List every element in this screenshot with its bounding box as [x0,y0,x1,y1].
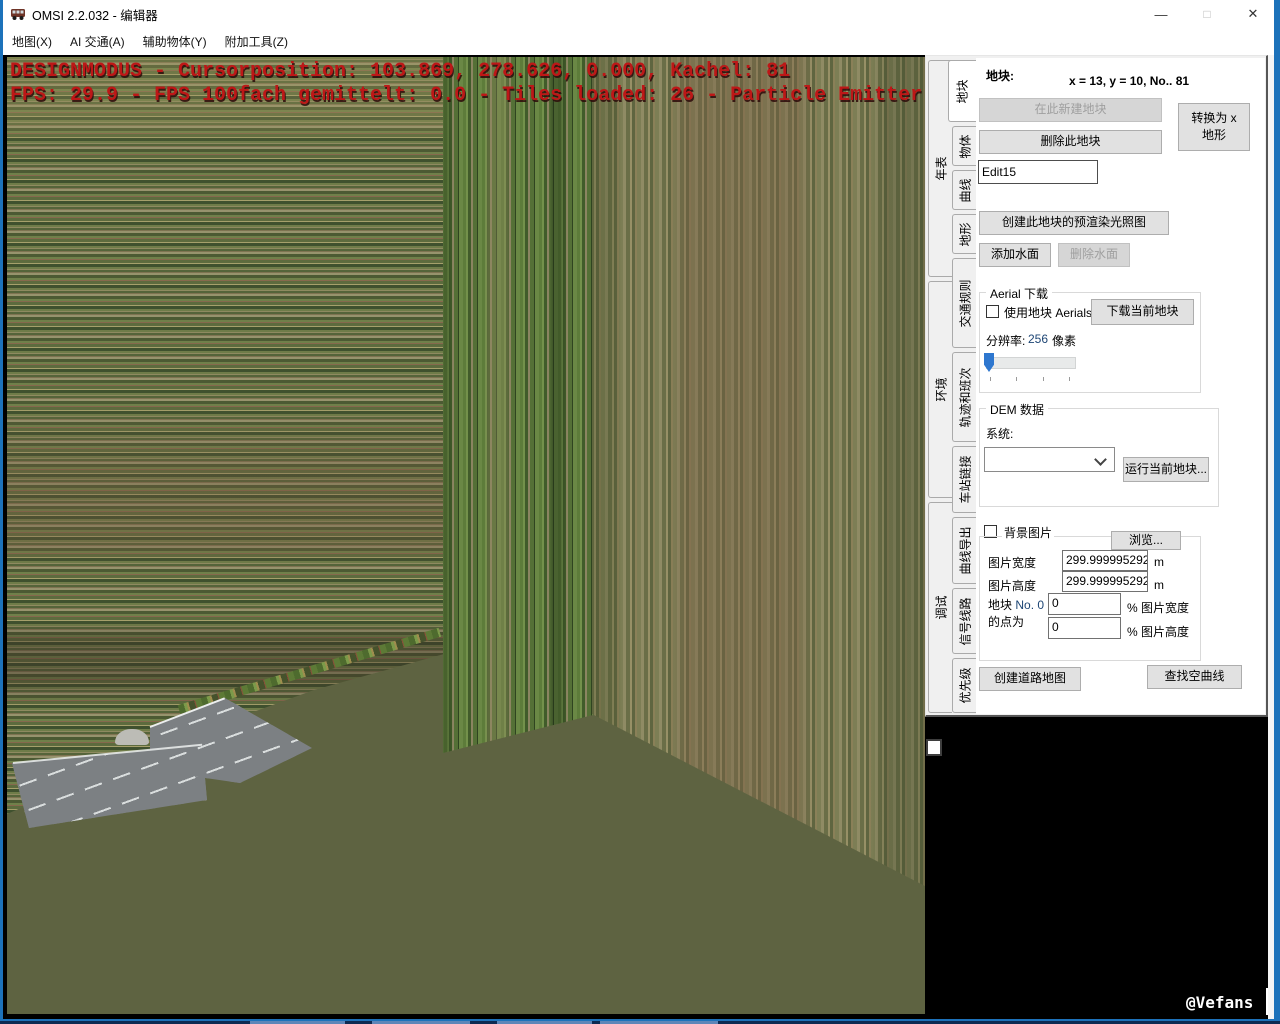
tab-debug[interactable]: 调试 [928,502,952,713]
tile-label: 地块: [986,67,1014,84]
tab-signal-routes[interactable]: 信号线路 [952,588,976,654]
create-roadmap-button[interactable]: 创建道路地图 [979,667,1081,691]
delete-tile-button[interactable]: 删除此地块 [979,130,1162,154]
titlebar[interactable]: OMSI 2.2.032 - 编辑器 [3,0,1274,28]
viewport-3d[interactable]: DESIGNMODUS - Cursorposition: 103.869, 2… [7,57,925,1014]
menu-extra-tools[interactable]: 附加工具(Z) [216,28,297,55]
tab-objects[interactable]: 物体 [952,126,976,166]
prerender-lightmap-button[interactable]: 创建此地块的预渲染光照图 [979,211,1169,235]
create-tile-button[interactable]: 在此新建地块 [979,98,1162,122]
floating-checkbox[interactable] [926,739,942,756]
tab-priorities[interactable]: 优先级 [952,658,976,713]
tab-environment[interactable]: 环境 [928,281,952,498]
watermark-cursor [1266,988,1268,1015]
delete-water-button[interactable]: 删除水面 [1058,243,1130,267]
dem-system-select[interactable] [984,447,1115,472]
use-tile-aerials-checkbox[interactable] [986,305,999,318]
resolution-value: 256 [1028,332,1048,346]
image-width-input[interactable]: 299.999995292 [1062,550,1148,571]
background-image-label: 背景图片 [1002,524,1054,541]
aerial-group-label: Aerial 下载 [986,285,1052,302]
tile-tab-content: 地块: x = 13, y = 10, No.. 81 在此新建地块 转换为 x… [976,58,1265,714]
window-border-left [0,0,3,1019]
menu-map[interactable]: 地图(X) [3,28,61,55]
aerial-group: Aerial 下载 使用地块 Aerials 下载当前地块 分辨率: 256 像… [979,292,1201,393]
run-current-tile-button[interactable]: 运行当前地块... [1123,457,1209,482]
resolution-slider[interactable] [986,357,1076,369]
window-title: OMSI 2.2.032 - 编辑器 [32,5,158,24]
image-height-unit: m [1154,578,1164,592]
use-tile-aerials-label: 使用地块 Aerials [1004,304,1092,321]
image-width-label: 图片宽度 [988,554,1036,571]
watermark: @Vefans [1186,993,1253,1012]
dem-system-label: 系统: [986,425,1013,442]
add-water-button[interactable]: 添加水面 [979,243,1051,267]
image-width-unit: m [1154,555,1164,569]
tile-name-input[interactable]: Edit15 [978,160,1098,184]
browse-button[interactable]: 浏览... [1111,531,1181,550]
find-empty-splines-button[interactable]: 查找空曲线 [1147,665,1242,689]
menu-ai-traffic[interactable]: AI 交通(A) [61,28,134,55]
menu-helper-objects[interactable]: 辅助物体(Y) [134,28,216,55]
pct-width-label: % 图片宽度 [1127,599,1189,616]
window-border-right[interactable] [1274,0,1280,1019]
tile-coordinates: x = 13, y = 10, No.. 81 [1069,74,1189,88]
bus-icon [10,6,26,22]
tab-terrain[interactable]: 地形 [952,214,976,254]
resolution-label: 分辨率: [986,332,1025,349]
close-icon[interactable]: ✕ [1236,0,1270,28]
dem-group-label: DEM 数据 [986,401,1048,418]
pct-height-label: % 图片高度 [1127,623,1189,640]
point-x-input[interactable]: 0 [1048,593,1121,615]
editor-panel: 年表 环境 调试 地块 物体 曲线 地形 交通规则 轨迹和班次 车站链接 曲线导… [925,55,1268,717]
screen: OMSI 2.2.032 - 编辑器 — □ ✕ 地图(X) AI 交通(A) … [0,0,1280,1024]
resolution-unit: 像素 [1052,332,1076,349]
convert-terrain-button[interactable]: 转换为 x 地形 [1178,103,1250,151]
chevron-down-icon [1094,453,1107,466]
tab-station-links[interactable]: 车站链接 [952,446,976,513]
image-height-label: 图片高度 [988,577,1036,594]
download-tile-button[interactable]: 下载当前地块 [1091,299,1194,325]
minimize-icon[interactable]: — [1144,0,1178,28]
maximize-icon[interactable]: □ [1190,0,1224,28]
image-height-input[interactable]: 299.999995292 [1062,571,1148,592]
tile-point-label-line1: 地块 No. 0 [988,596,1044,613]
debug-overlay-line2: FPS: 29.9 - FPS 100fach gemittelt: 0.0 -… [10,84,922,107]
slider-ticks [990,377,1070,381]
tile-point-label-line2: 的点为 [988,613,1024,630]
tab-traffic-rules[interactable]: 交通规则 [952,258,976,348]
tab-tracks-trips[interactable]: 轨迹和班次 [952,352,976,442]
dem-group: DEM 数据 系统: 运行当前地块... [979,408,1219,507]
resolution-slider-thumb[interactable] [984,353,994,372]
debug-overlay-line1: DESIGNMODUS - Cursorposition: 103.869, 2… [10,60,790,83]
tab-splines[interactable]: 曲线 [952,170,976,210]
menubar: 地图(X) AI 交通(A) 辅助物体(Y) 附加工具(Z) [3,28,1274,55]
point-y-input[interactable]: 0 [1048,617,1121,639]
tab-spline-export[interactable]: 曲线导出 [952,517,976,584]
tab-tiles[interactable]: 地块 [948,60,976,122]
